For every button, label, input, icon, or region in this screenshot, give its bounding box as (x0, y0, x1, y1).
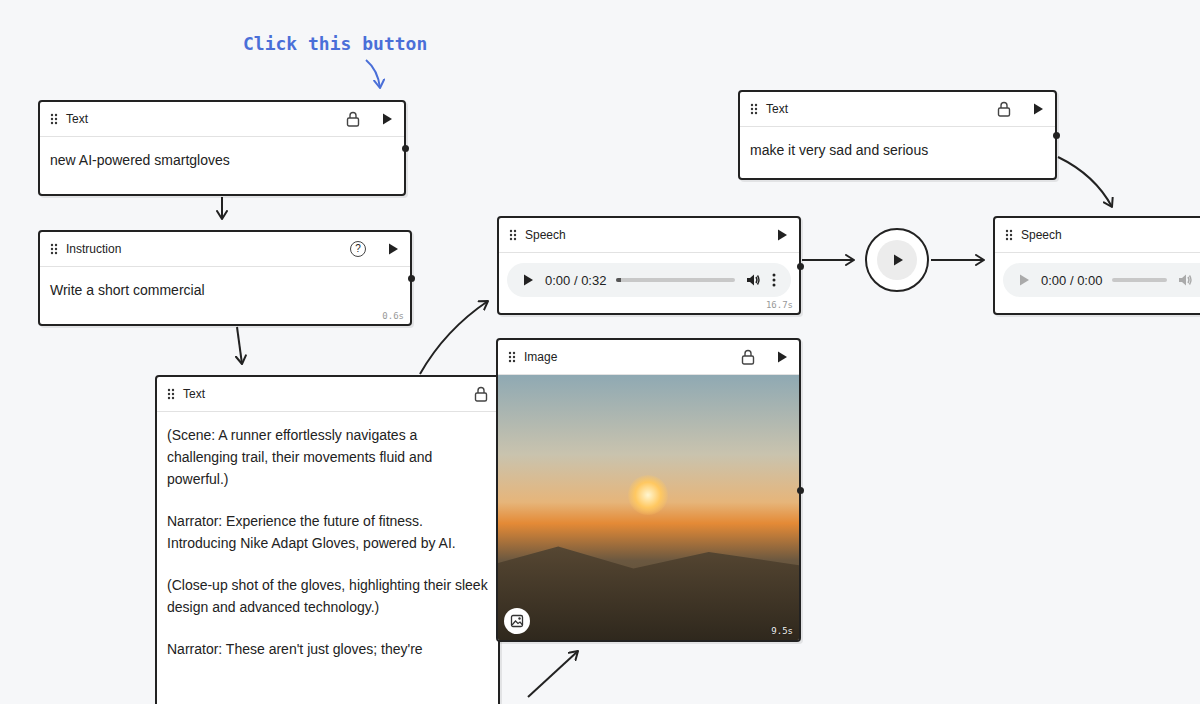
node-title: Text (766, 102, 788, 116)
play-icon[interactable] (521, 273, 535, 287)
node-title: Speech (1021, 228, 1062, 242)
drag-handle-icon[interactable] (750, 103, 758, 115)
canvas[interactable]: Click this button Text new AI-powered smar… (0, 0, 1200, 704)
paragraph: Narrator: Experience the future of fitne… (167, 510, 488, 554)
output-port[interactable] (797, 487, 804, 494)
lock-icon[interactable] (474, 386, 488, 402)
drag-handle-icon[interactable] (50, 113, 58, 125)
image-icon (510, 614, 524, 628)
node-header[interactable]: Image (498, 340, 799, 375)
text-node[interactable]: Text (Scene: A runner effortlessly naviga… (155, 375, 500, 704)
sun (628, 475, 668, 515)
play-icon[interactable] (380, 112, 394, 126)
duration: 16.7s (766, 300, 793, 310)
edge (802, 259, 854, 261)
node-header[interactable]: Text (40, 102, 404, 137)
generated-image[interactable]: 9.5s (498, 375, 799, 640)
text-node[interactable]: Text new AI-powered smartgloves (38, 100, 406, 196)
output-port[interactable] (408, 275, 415, 282)
edge (1058, 157, 1112, 207)
drag-handle-icon[interactable] (1005, 229, 1013, 241)
run-button[interactable] (877, 240, 917, 280)
volume-icon[interactable] (1177, 272, 1193, 288)
output-port[interactable] (1053, 132, 1060, 139)
duration: 0.6s (382, 311, 404, 321)
paragraph: Write a short commercial (50, 279, 400, 301)
speech-node[interactable]: Speech 0:00 / 0:32 16.7s (497, 216, 801, 315)
progress-track[interactable] (616, 278, 735, 282)
output-port[interactable] (402, 145, 409, 152)
run-node[interactable] (865, 228, 929, 292)
hills (498, 530, 799, 640)
speech-node[interactable]: Speech 0:00 / 0:00 (993, 216, 1200, 315)
audio-player[interactable]: 0:00 / 0:32 (507, 263, 791, 297)
drag-handle-icon[interactable] (50, 243, 58, 255)
annotation-arrow (366, 60, 380, 88)
play-icon[interactable] (775, 228, 789, 242)
annotation: Click this button (243, 33, 427, 54)
paragraph: new AI-powered smartgloves (50, 149, 394, 171)
image-button[interactable] (504, 608, 530, 634)
player-time: 0:00 / 0:00 (1041, 273, 1102, 288)
drag-handle-icon[interactable] (167, 388, 175, 400)
paragraph: (Close-up shot of the gloves, highlighti… (167, 574, 488, 618)
image-node[interactable]: Image 9.5s (496, 338, 801, 642)
player-area: 0:00 / 0:00 (995, 253, 1200, 313)
play-icon[interactable] (775, 350, 789, 364)
lock-icon[interactable] (997, 101, 1011, 117)
node-title: Speech (525, 228, 566, 242)
node-text[interactable]: new AI-powered smartgloves (40, 137, 404, 185)
play-icon[interactable] (1031, 102, 1045, 116)
play-icon[interactable] (1017, 273, 1031, 287)
help-button[interactable]: ? (350, 241, 366, 257)
node-header[interactable]: Instruction? (40, 232, 410, 267)
node-text[interactable]: (Scene: A runner effortlessly navigates … (157, 412, 498, 674)
output-port[interactable] (797, 263, 804, 270)
drag-handle-icon[interactable] (509, 229, 517, 241)
node-header[interactable]: Text (157, 377, 498, 412)
play-icon (891, 253, 905, 267)
edge (420, 301, 488, 374)
paragraph: (Scene: A runner effortlessly navigates … (167, 424, 488, 490)
volume-icon[interactable] (745, 272, 761, 288)
paragraph: Narrator: These aren't just gloves; they… (167, 638, 488, 660)
audio-player[interactable]: 0:00 / 0:00 (1003, 263, 1200, 297)
edge (221, 197, 223, 219)
play-icon[interactable] (386, 242, 400, 256)
duration: 9.5s (771, 626, 793, 636)
node-title: Text (66, 112, 88, 126)
lock-icon[interactable] (741, 349, 755, 365)
paragraph: make it very sad and serious (750, 139, 1045, 161)
edge (931, 259, 984, 261)
lock-icon[interactable] (346, 111, 360, 127)
node-text[interactable]: Write a short commercial (40, 267, 410, 315)
node-header[interactable]: Speech (499, 218, 799, 253)
node-header[interactable]: Text (740, 92, 1055, 127)
node-title: Image (524, 350, 557, 364)
text-node[interactable]: Text make it very sad and serious (738, 90, 1057, 180)
more-icon[interactable] (771, 272, 777, 288)
player-time: 0:00 / 0:32 (545, 273, 606, 288)
node-text[interactable]: make it very sad and serious (740, 127, 1055, 175)
progress-fill (616, 278, 621, 282)
instruction-node[interactable]: Instruction? Write a short commercial 0.6s (38, 230, 412, 326)
edge (237, 327, 242, 364)
drag-handle-icon[interactable] (508, 351, 516, 363)
node-title: Text (183, 387, 205, 401)
node-header[interactable]: Speech (995, 218, 1200, 253)
player-area: 0:00 / 0:32 (499, 253, 799, 313)
progress-track[interactable] (1112, 278, 1167, 282)
node-title: Instruction (66, 242, 121, 256)
edge (528, 651, 578, 697)
